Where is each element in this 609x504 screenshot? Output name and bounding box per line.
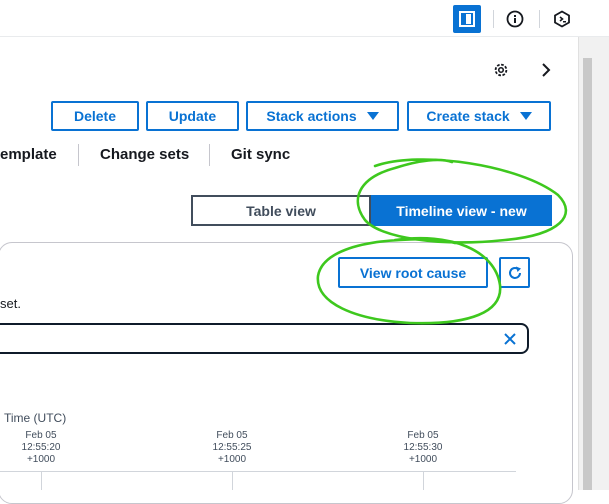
table-view-button[interactable]: Table view <box>191 195 371 226</box>
time-tick: Feb 05 12:55:20 +1000 <box>6 430 76 466</box>
refresh-button[interactable] <box>499 257 530 288</box>
table-view-label: Table view <box>246 202 316 219</box>
time-tick: Feb 05 12:55:30 +1000 <box>388 430 458 466</box>
helper-text: set. <box>0 296 21 311</box>
tick-date: Feb 05 <box>216 430 248 441</box>
gridline <box>423 472 424 490</box>
scrollbar-thumb[interactable] <box>583 58 592 490</box>
create-stack-button[interactable]: Create stack <box>407 101 551 131</box>
tick-time: 12:55:20 <box>21 442 61 453</box>
tick-tz: +1000 <box>26 454 56 465</box>
tick-tz: +1000 <box>217 454 247 465</box>
tick-time: 12:55:30 <box>403 442 443 453</box>
caret-down-icon <box>366 112 379 120</box>
gridline <box>232 472 233 490</box>
divider <box>78 144 79 166</box>
gridline <box>41 472 42 490</box>
info-icon[interactable] <box>501 5 529 33</box>
time-axis-line <box>0 471 516 472</box>
tick-time: 12:55:25 <box>212 442 252 453</box>
top-utility-bar <box>0 0 609 37</box>
delete-label: Delete <box>73 108 117 124</box>
tick-date: Feb 05 <box>407 430 439 441</box>
tab-template[interactable]: emplate <box>0 146 57 163</box>
cloudshell-icon[interactable] <box>548 5 576 33</box>
timeline-view-label: Timeline view - new <box>396 202 527 219</box>
panel-icon[interactable] <box>453 5 481 33</box>
tick-date: Feb 05 <box>25 430 57 441</box>
settings-icon[interactable] <box>490 59 512 81</box>
time-tick: Feb 05 12:55:25 +1000 <box>197 430 267 466</box>
divider <box>493 10 494 28</box>
create-stack-label: Create stack <box>426 108 510 124</box>
stack-actions-button[interactable]: Stack actions <box>246 101 399 131</box>
tick-tz: +1000 <box>408 454 438 465</box>
delete-button[interactable]: Delete <box>51 101 139 131</box>
stack-actions-label: Stack actions <box>266 108 357 124</box>
divider <box>209 144 210 166</box>
stack-tabs: emplate Change sets Git sync <box>0 136 578 176</box>
chevron-right-icon[interactable] <box>535 59 557 81</box>
clear-icon[interactable] <box>501 330 519 348</box>
time-axis-label: Time (UTC) <box>4 411 67 425</box>
update-label: Update <box>168 108 217 124</box>
tab-change-sets[interactable]: Change sets <box>100 146 189 163</box>
view-root-cause-button[interactable]: View root cause <box>338 257 488 288</box>
divider <box>539 10 540 28</box>
filter-input[interactable] <box>0 323 529 354</box>
update-button[interactable]: Update <box>146 101 239 131</box>
timeline-view-button[interactable]: Timeline view - new <box>371 195 552 226</box>
tab-git-sync[interactable]: Git sync <box>231 146 290 163</box>
refresh-icon <box>508 266 521 279</box>
caret-down-icon <box>519 112 532 120</box>
view-root-cause-label: View root cause <box>359 264 467 281</box>
